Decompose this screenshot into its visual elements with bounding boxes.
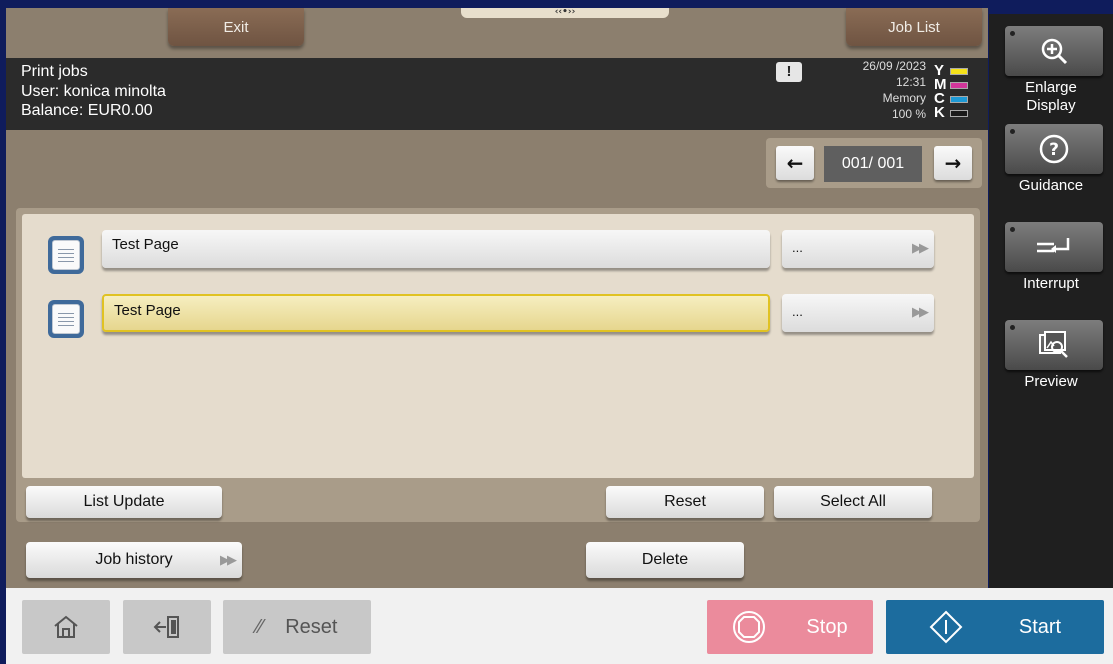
fast-forward-icon: ▶▶ (912, 304, 929, 319)
memory-value: 100 % (891, 107, 926, 121)
svg-text:?: ? (1049, 140, 1059, 160)
job-list: Test Page ... ▶▶ Test Page ... ▶▶ (22, 214, 974, 478)
interrupt-label: Interrupt (1023, 275, 1079, 292)
zoom-in-icon (1041, 38, 1068, 65)
preview-button[interactable] (1005, 320, 1103, 370)
job-name-button[interactable]: Test Page (102, 230, 770, 268)
interrupt-button[interactable] (1005, 222, 1103, 272)
toner-bar (950, 81, 968, 89)
guidance-button[interactable]: ? (1005, 124, 1103, 174)
time: 12:31 (895, 75, 926, 89)
date: 26/09 /2023 (862, 59, 926, 73)
job-list-panel: Test Page ... ▶▶ Test Page ... ▶▶ List U… (16, 208, 980, 522)
home-button[interactable] (22, 600, 110, 654)
job-name-button-selected[interactable]: Test Page (102, 294, 770, 332)
job-detail-button[interactable]: ... ▶▶ (782, 230, 934, 268)
memory-label: Memory (882, 91, 926, 105)
enlarge-display-label: Enlarge Display (1025, 79, 1077, 114)
document-icon (48, 300, 84, 338)
stop-icon (733, 611, 766, 643)
interrupt-icon (1037, 238, 1070, 253)
top-bar: Exit ‹‹•›› Job List (6, 8, 988, 56)
fast-forward-icon: ▶▶ (220, 552, 237, 567)
reset-selection-button[interactable]: Reset (606, 486, 764, 518)
toner-bar (950, 67, 968, 75)
warning-icon[interactable]: ! (776, 62, 802, 82)
preview-icon (1039, 331, 1068, 358)
enlarge-display-button[interactable] (1005, 26, 1103, 76)
toner-bar (950, 95, 968, 103)
preview-label: Preview (1024, 373, 1078, 390)
list-item: Test Page ... ▶▶ (22, 230, 974, 274)
help-icon: ? (1039, 134, 1069, 164)
toner-levels: Y M C K (934, 63, 979, 120)
list-item: Test Page ... ▶▶ (22, 294, 974, 338)
stop-button[interactable]: Stop (707, 600, 873, 654)
delete-button[interactable]: Delete (586, 542, 744, 578)
guidance-label: Guidance (1018, 177, 1084, 194)
panel-handle[interactable]: ‹‹•›› (461, 8, 669, 18)
list-update-button[interactable]: List Update (26, 486, 222, 518)
start-button[interactable]: Start (886, 600, 1104, 654)
select-all-button[interactable]: Select All (774, 486, 932, 518)
logout-button[interactable] (123, 600, 211, 654)
bottom-bar: ⁄⁄ Reset Stop Start (6, 588, 1113, 664)
home-icon (54, 615, 78, 638)
pager: ← 001/ 001 → (766, 138, 982, 188)
job-info: Print jobs User: konica minolta Balance:… (21, 62, 166, 121)
main-panel: Exit ‹‹•›› Job List Print jobs User: kon… (6, 8, 988, 588)
prev-page-button[interactable]: ← (776, 146, 814, 180)
start-icon (929, 610, 963, 644)
fast-forward-icon: ▶▶ (912, 240, 929, 255)
page-indicator: 001/ 001 (824, 146, 922, 182)
side-panel: Enlarge Display ? Guidance Interrupt Pre… (989, 14, 1113, 588)
balance: Balance: EUR0.00 (21, 102, 153, 119)
job-detail-button[interactable]: ... ▶▶ (782, 294, 934, 332)
screen-title: Print jobs (21, 63, 88, 80)
reset-all-button[interactable]: ⁄⁄ Reset (223, 600, 371, 654)
reset-icon: ⁄⁄ (256, 615, 264, 638)
info-bar: Print jobs User: konica minolta Balance:… (6, 58, 988, 130)
next-page-button[interactable]: → (934, 146, 972, 180)
document-icon (48, 236, 84, 274)
logout-icon (153, 616, 179, 638)
user-name: User: konica minolta (21, 82, 166, 100)
toner-bar (950, 109, 968, 117)
toner-black: K (934, 105, 979, 120)
exit-button[interactable]: Exit (168, 8, 304, 46)
job-list-button[interactable]: Job List (846, 8, 982, 46)
job-history-button[interactable]: Job history ▶▶ (26, 542, 242, 578)
status-readout: 26/09 /2023 12:31 Memory 100 % (826, 58, 926, 122)
